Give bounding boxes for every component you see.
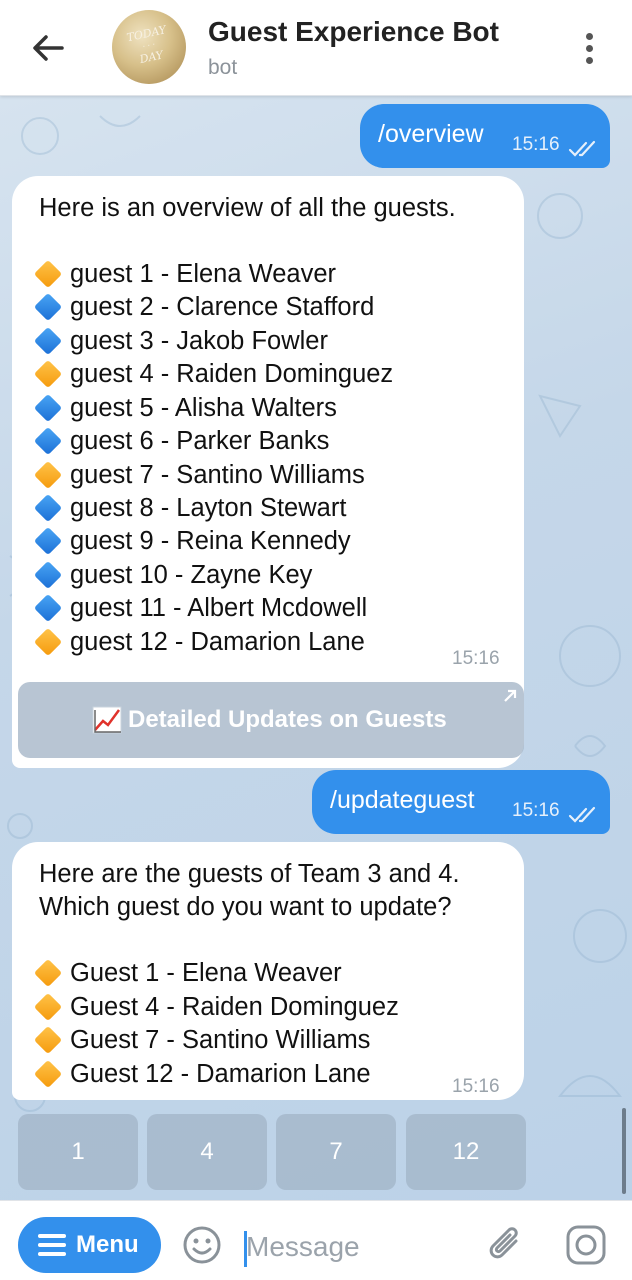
- message-input[interactable]: [246, 1223, 466, 1271]
- avatar-logo: TODAY · · · DAY: [125, 23, 168, 67]
- message-time: 15:16: [452, 1076, 500, 1097]
- blue-diamond-icon: [32, 592, 63, 623]
- list-item: Guest 12 - Damarion Lane: [32, 1058, 371, 1091]
- list-item: guest 5 - Alisha Walters: [32, 392, 337, 425]
- message-composer: Menu: [0, 1200, 632, 1280]
- menu-button-label: Menu: [76, 1231, 139, 1258]
- incoming-message[interactable]: Here is an overview of all the guests. g…: [12, 176, 524, 768]
- orange-diamond-icon: [32, 459, 63, 490]
- list-item: Guest 7 - Santino Williams: [32, 1024, 370, 1057]
- orange-diamond-icon: [32, 258, 63, 289]
- keyboard-button-12[interactable]: 12: [406, 1114, 526, 1190]
- blue-diamond-icon: [32, 492, 63, 523]
- message-text: Here are the guests of Team 3 and 4.: [39, 860, 460, 888]
- scrollbar[interactable]: [622, 1108, 626, 1194]
- blue-diamond-icon: [32, 425, 63, 456]
- message-text: /overview: [378, 120, 484, 148]
- orange-diamond-icon: [32, 1024, 63, 1055]
- outgoing-message[interactable]: /overview 15:16: [360, 104, 610, 168]
- blue-diamond-icon: [32, 525, 63, 556]
- back-arrow-icon[interactable]: [28, 28, 68, 68]
- list-item: guest 11 - Albert Mcdowell: [32, 592, 367, 625]
- message-text: /updateguest: [330, 786, 475, 814]
- list-item: guest 2 - Clarence Stafford: [32, 291, 374, 324]
- orange-diamond-icon: [32, 957, 63, 988]
- keyboard-button-4[interactable]: 4: [147, 1114, 267, 1190]
- message-time: 15:16: [452, 648, 500, 669]
- external-link-arrow-icon: [504, 689, 517, 702]
- list-item: guest 8 - Layton Stewart: [32, 492, 346, 525]
- orange-diamond-icon: [32, 358, 63, 389]
- paperclip-icon[interactable]: [486, 1223, 526, 1267]
- list-item: guest 4 - Raiden Dominguez: [32, 358, 393, 391]
- orange-diamond-icon: [32, 1058, 63, 1089]
- emoji-icon[interactable]: [182, 1225, 222, 1265]
- list-item: guest 12 - Damarion Lane: [32, 626, 365, 659]
- list-item: Guest 1 - Elena Weaver: [32, 957, 342, 990]
- read-checks-icon: [568, 806, 596, 823]
- chart-increasing-icon: [92, 706, 122, 734]
- chat-header: TODAY · · · DAY Guest Experience Bot bot: [0, 0, 632, 96]
- chat-subtitle: bot: [208, 56, 238, 79]
- list-item: Guest 4 - Raiden Dominguez: [32, 991, 399, 1024]
- list-item: guest 6 - Parker Banks: [32, 425, 329, 458]
- list-item: guest 7 - Santino Williams: [32, 459, 365, 492]
- button-label: Detailed Updates on Guests: [128, 706, 447, 733]
- more-options-icon[interactable]: [578, 28, 602, 68]
- chat-area[interactable]: /overview 15:16 Here is an overview of a…: [0, 96, 632, 1200]
- keyboard-button-1[interactable]: 1: [18, 1114, 138, 1190]
- list-item: guest 9 - Reina Kennedy: [32, 525, 351, 558]
- outgoing-message[interactable]: /updateguest 15:16: [312, 770, 610, 834]
- keyboard-button-7[interactable]: 7: [276, 1114, 396, 1190]
- list-item: guest 10 - Zayne Key: [32, 559, 312, 592]
- list-item: guest 3 - Jakob Fowler: [32, 325, 328, 358]
- detailed-updates-button[interactable]: Detailed Updates on Guests: [18, 682, 524, 758]
- hamburger-menu-icon: [38, 1234, 66, 1256]
- orange-diamond-icon: [32, 626, 63, 657]
- avatar[interactable]: TODAY · · · DAY: [112, 10, 186, 84]
- camera-icon[interactable]: [564, 1223, 608, 1267]
- menu-button[interactable]: Menu: [18, 1217, 161, 1273]
- blue-diamond-icon: [32, 291, 63, 322]
- message-text: Which guest do you want to update?: [39, 893, 452, 921]
- blue-diamond-icon: [32, 392, 63, 423]
- orange-diamond-icon: [32, 991, 63, 1022]
- message-time: 15:16: [512, 800, 560, 821]
- blue-diamond-icon: [32, 325, 63, 356]
- incoming-message[interactable]: Here are the guests of Team 3 and 4. Whi…: [12, 842, 524, 1100]
- blue-diamond-icon: [32, 559, 63, 590]
- chat-title[interactable]: Guest Experience Bot: [208, 16, 499, 48]
- read-checks-icon: [568, 140, 596, 157]
- message-text: Here is an overview of all the guests.: [39, 194, 456, 222]
- list-item: guest 1 - Elena Weaver: [32, 258, 336, 291]
- message-time: 15:16: [512, 134, 560, 155]
